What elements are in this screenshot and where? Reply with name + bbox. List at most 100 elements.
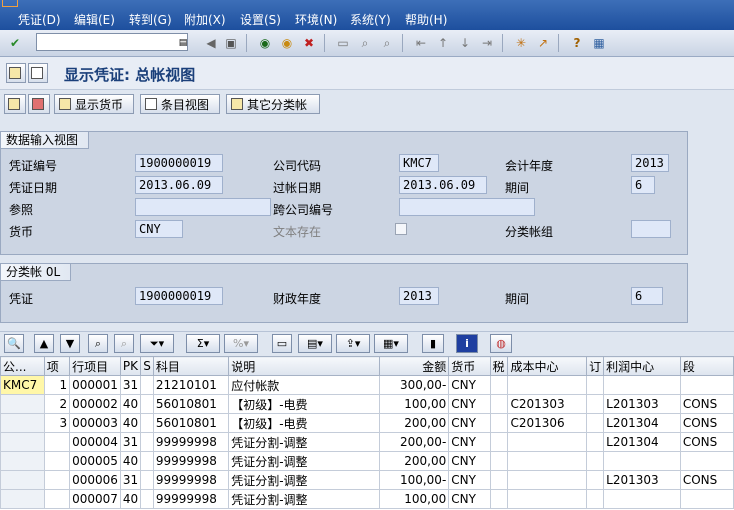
cell-account[interactable]: 99999998 <box>152 432 230 452</box>
cell-line-item[interactable]: 000003 <box>69 413 121 433</box>
cell-cost-center[interactable] <box>507 489 588 509</box>
cell-cost-center[interactable] <box>507 432 588 452</box>
currency-field[interactable]: CNY <box>135 220 183 238</box>
find-grid-icon[interactable]: ⌕ <box>88 334 108 353</box>
cell-cost-center[interactable]: C201303 <box>507 394 588 414</box>
cell-description[interactable]: 应付帐款 <box>228 375 381 395</box>
cross-company-field[interactable] <box>399 198 535 216</box>
sum-icon[interactable]: Σ▾ <box>186 334 220 353</box>
sort-descending-icon[interactable]: ▼ <box>60 334 80 353</box>
cell-order[interactable] <box>586 432 605 452</box>
cell-account[interactable]: 56010801 <box>152 394 230 414</box>
cell-s[interactable] <box>140 375 154 395</box>
voucher-field[interactable]: 1900000019 <box>135 287 223 305</box>
print-icon[interactable]: ▭ <box>334 34 352 52</box>
cell-description[interactable]: 凭证分割-调整 <box>228 451 381 471</box>
other-document-button[interactable] <box>28 63 48 83</box>
cell-segment[interactable] <box>679 489 734 509</box>
cell-currency[interactable]: CNY <box>448 432 491 452</box>
shortcut-icon[interactable]: ↗ <box>534 34 552 52</box>
cell-profit-center[interactable] <box>603 375 681 395</box>
cell-description[interactable]: 【初级】-电费 <box>228 413 381 433</box>
cell-pk[interactable]: 31 <box>119 432 142 452</box>
layout-icon[interactable]: ▦ <box>590 34 608 52</box>
cell-item[interactable]: 1 <box>43 375 71 395</box>
menu-system[interactable]: 系统(Y) <box>350 11 391 28</box>
cell-pk[interactable]: 40 <box>119 413 142 433</box>
entry-view-button[interactable]: 条目视图 <box>140 94 220 114</box>
cell-currency[interactable]: CNY <box>448 451 491 471</box>
menu-environment[interactable]: 环境(N) <box>295 11 337 28</box>
table-row[interactable]: 000007 40 99999998 凭证分割-调整 100,00 CNY <box>0 489 734 509</box>
cell-tax[interactable] <box>489 394 509 414</box>
cell-tax[interactable] <box>489 451 509 471</box>
col-currency[interactable]: 货币 <box>448 356 491 376</box>
cell-order[interactable] <box>586 375 605 395</box>
menu-voucher[interactable]: 凭证(D) <box>18 11 61 28</box>
check-icon[interactable]: ✔ <box>6 34 24 52</box>
cell-amount[interactable]: 200,00 <box>379 413 450 433</box>
fiscal-year-field[interactable]: 2013 <box>631 154 669 172</box>
print-preview-icon[interactable]: ▭ <box>272 334 292 353</box>
col-profit-center[interactable]: 利润中心 <box>603 356 681 376</box>
col-pk[interactable]: PK <box>119 356 142 376</box>
col-line-item[interactable]: 行项目 <box>69 356 121 376</box>
back-icon[interactable]: ◉ <box>256 34 274 52</box>
col-item[interactable]: 项 <box>43 356 71 376</box>
reference-field[interactable] <box>135 198 271 216</box>
next-page-icon[interactable]: ↓ <box>456 34 474 52</box>
table-row[interactable]: 000006 31 99999998 凭证分割-调整 100,00- CNY L201303… <box>0 470 734 490</box>
cell-s[interactable] <box>140 432 154 452</box>
subtotal-icon[interactable]: %▾ <box>224 334 258 353</box>
taxes-button[interactable] <box>28 94 50 114</box>
cell-amount[interactable]: 300,00- <box>379 375 450 395</box>
cell-profit-center[interactable] <box>603 451 681 471</box>
cell-tax[interactable] <box>489 375 509 395</box>
ledger-fiscal-year-field[interactable]: 2013 <box>399 287 439 305</box>
first-page-icon[interactable]: ⇤ <box>412 34 430 52</box>
details-icon[interactable]: 🔍 <box>4 334 24 353</box>
cell-order[interactable] <box>586 451 605 471</box>
cell-profit-center[interactable]: L201304 <box>603 432 681 452</box>
cell-account[interactable]: 99999998 <box>152 451 230 471</box>
cell-currency[interactable]: CNY <box>448 375 491 395</box>
find-icon[interactable]: ⌕ <box>356 34 374 52</box>
table-row[interactable]: 3 000003 40 56010801 【初级】-电费 200,00 CNY C201306… <box>0 413 734 433</box>
col-order[interactable]: 订 <box>586 356 605 376</box>
company-code-field[interactable]: KMC7 <box>399 154 439 172</box>
cell-line-item[interactable]: 000002 <box>69 394 121 414</box>
cell-amount[interactable]: 100,00 <box>379 489 450 509</box>
command-field[interactable] <box>36 33 188 51</box>
cell-line-item[interactable]: 000007 <box>69 489 121 509</box>
cell-order[interactable] <box>586 470 605 490</box>
cell-item[interactable]: 3 <box>43 413 71 433</box>
create-session-icon[interactable]: ✳ <box>512 34 530 52</box>
cell-s[interactable] <box>140 470 154 490</box>
cell-segment[interactable]: CONS <box>679 470 734 490</box>
cell-company[interactable]: KMC7 <box>0 375 45 395</box>
cell-item[interactable] <box>43 470 71 490</box>
cell-account[interactable]: 56010801 <box>152 413 230 433</box>
previous-page-icon[interactable]: ↑ <box>434 34 452 52</box>
cell-line-item[interactable]: 000004 <box>69 432 121 452</box>
period-field[interactable]: 6 <box>631 176 655 194</box>
cell-description[interactable]: 凭证分割-调整 <box>228 470 381 490</box>
cell-currency[interactable]: CNY <box>448 394 491 414</box>
cell-cost-center[interactable] <box>507 451 588 471</box>
cell-item[interactable] <box>43 489 71 509</box>
cell-currency[interactable]: CNY <box>448 413 491 433</box>
cell-s[interactable] <box>140 413 154 433</box>
other-ledger-button[interactable]: 其它分类帐 <box>226 94 320 114</box>
col-tax[interactable]: 税 <box>489 356 509 376</box>
menu-settings[interactable]: 设置(S) <box>240 11 281 28</box>
cell-s[interactable] <box>140 394 154 414</box>
display-header-button[interactable] <box>4 94 26 114</box>
cell-description[interactable]: 【初级】-电费 <box>228 394 381 414</box>
cell-currency[interactable]: CNY <box>448 470 491 490</box>
cell-cost-center[interactable] <box>507 470 588 490</box>
cell-tax[interactable] <box>489 489 509 509</box>
posting-date-field[interactable]: 2013.06.09 <box>399 176 487 194</box>
cell-item[interactable]: 2 <box>43 394 71 414</box>
cell-company[interactable] <box>0 432 45 452</box>
cell-segment[interactable]: CONS <box>679 394 734 414</box>
